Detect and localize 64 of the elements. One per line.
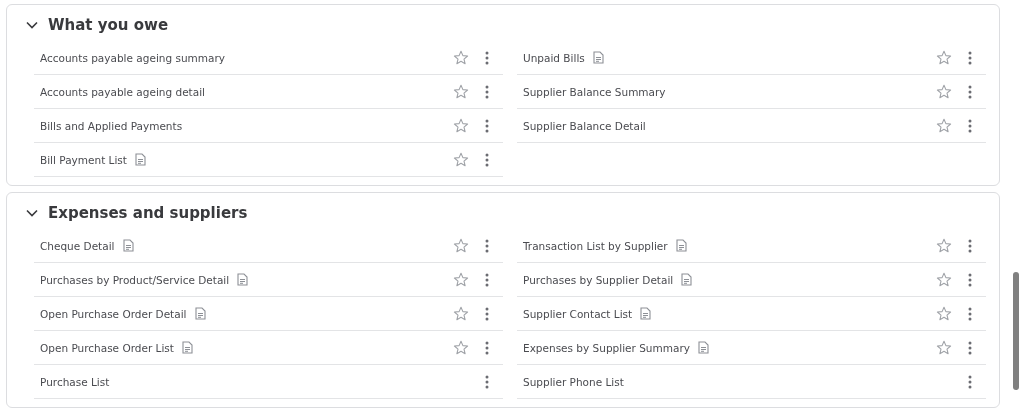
report-link[interactable]: Open Purchase Order List <box>40 341 174 354</box>
star-icon[interactable] <box>936 271 952 288</box>
document-icon <box>122 239 134 252</box>
star-icon[interactable] <box>453 339 469 356</box>
section-toggle[interactable]: Expenses and suppliers <box>26 201 248 223</box>
star-icon[interactable] <box>453 271 469 288</box>
report-link[interactable]: Expenses by Supplier Summary <box>523 341 690 354</box>
more-options-icon[interactable] <box>485 50 489 65</box>
report-link[interactable]: Bill Payment List <box>40 153 127 166</box>
report-link[interactable]: Accounts payable ageing summary <box>40 51 225 64</box>
more-options-icon[interactable] <box>485 238 489 253</box>
report-link[interactable]: Bills and Applied Payments <box>40 119 183 132</box>
document-icon <box>681 273 693 286</box>
more-options-icon[interactable] <box>485 374 489 389</box>
more-options-icon[interactable] <box>485 272 489 287</box>
document-icon <box>697 341 709 354</box>
report-link[interactable]: Purchase List <box>40 375 110 388</box>
report-link[interactable]: Open Purchase Order Detail <box>40 307 187 320</box>
more-options-icon[interactable] <box>968 84 972 99</box>
report-link[interactable]: Accounts payable ageing detail <box>40 85 205 98</box>
scrollbar-thumb[interactable] <box>1013 272 1019 390</box>
document-icon <box>134 153 146 166</box>
document-icon <box>640 307 652 320</box>
more-options-icon[interactable] <box>968 340 972 355</box>
more-options-icon[interactable] <box>968 374 972 389</box>
document-icon <box>181 341 193 354</box>
report-link[interactable]: Unpaid Bills <box>523 51 585 64</box>
more-options-icon[interactable] <box>968 306 972 321</box>
chevron-icon <box>26 21 38 29</box>
report-link[interactable]: Purchases by Product/Service Detail <box>40 273 230 286</box>
more-options-icon[interactable] <box>968 272 972 287</box>
section-toggle[interactable]: What you owe <box>26 13 169 35</box>
report-link[interactable]: Supplier Phone List <box>523 375 624 388</box>
star-icon[interactable] <box>453 237 469 254</box>
more-options-icon[interactable] <box>485 340 489 355</box>
star-icon[interactable] <box>936 49 952 66</box>
more-options-icon[interactable] <box>485 118 489 133</box>
document-icon <box>675 239 687 252</box>
more-options-icon[interactable] <box>485 152 489 167</box>
more-options-icon[interactable] <box>485 84 489 99</box>
report-link[interactable]: Supplier Balance Summary <box>523 85 666 98</box>
star-icon[interactable] <box>936 237 952 254</box>
report-link[interactable]: Cheque Detail <box>40 239 115 252</box>
star-icon[interactable] <box>936 83 952 100</box>
document-icon <box>592 51 604 64</box>
report-link[interactable]: Supplier Balance Detail <box>523 119 646 132</box>
more-options-icon[interactable] <box>968 118 972 133</box>
document-icon <box>237 273 249 286</box>
report-link[interactable]: Purchases by Supplier Detail <box>523 273 674 286</box>
more-options-icon[interactable] <box>968 238 972 253</box>
report-link[interactable]: Transaction List by Supplier <box>523 239 668 252</box>
more-options-icon[interactable] <box>485 306 489 321</box>
star-icon[interactable] <box>453 49 469 66</box>
star-icon[interactable] <box>936 305 952 322</box>
chevron-icon <box>26 209 38 217</box>
star-icon[interactable] <box>453 83 469 100</box>
report-link[interactable]: Supplier Contact List <box>523 307 633 320</box>
star-icon[interactable] <box>453 117 469 134</box>
star-icon[interactable] <box>936 117 952 134</box>
star-icon[interactable] <box>453 305 469 322</box>
star-icon[interactable] <box>453 151 469 168</box>
more-options-icon[interactable] <box>968 50 972 65</box>
document-icon <box>194 307 206 320</box>
star-icon[interactable] <box>936 339 952 356</box>
